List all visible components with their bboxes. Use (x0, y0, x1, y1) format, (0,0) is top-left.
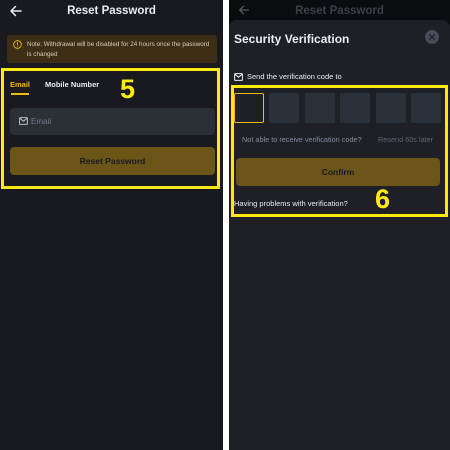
resend-countdown[interactable]: Resend 60s later (378, 135, 433, 144)
confirm-button[interactable]: Confirm (236, 158, 440, 186)
notice-text: Note: Withdrawal will be disabled for 24… (27, 41, 210, 58)
sheet-title: Security Verification (234, 32, 350, 46)
step-number-6: 6 (375, 184, 391, 214)
background-page-title: Reset Password (295, 5, 384, 17)
step-number-5: 5 (120, 74, 136, 104)
code-digit-box[interactable] (269, 93, 299, 123)
reset-password-screen: Reset Password Note: Withdrawal will be … (0, 0, 223, 450)
code-digit-box[interactable] (340, 93, 370, 123)
code-digit-box[interactable] (411, 93, 441, 123)
code-not-received-text: Not able to receive verification code? (242, 135, 362, 144)
reset-password-button[interactable]: Reset Password (10, 147, 215, 175)
code-digit-box[interactable] (376, 93, 406, 123)
security-verification-screen: Reset Password Security Verification Sen… (229, 0, 450, 450)
active-tab-indicator (11, 93, 29, 95)
withdrawal-notice: Note: Withdrawal will be disabled for 24… (7, 35, 217, 63)
code-digit-box[interactable] (305, 93, 335, 123)
tab-mobile-number[interactable]: Mobile Number (45, 80, 99, 89)
mail-icon (234, 73, 243, 81)
mail-icon (19, 117, 28, 125)
email-input[interactable] (31, 108, 209, 135)
verification-problems-link[interactable]: Having problems with verification? (234, 199, 348, 208)
close-icon (429, 34, 435, 40)
verification-code-input[interactable] (234, 93, 442, 123)
send-code-label: Send the verification code to (247, 72, 342, 81)
code-digit-box[interactable] (234, 93, 264, 123)
page-title: Reset Password (67, 5, 156, 17)
email-field[interactable] (10, 108, 215, 135)
close-button[interactable] (425, 30, 439, 44)
tab-email[interactable]: Email (10, 80, 30, 89)
warning-circle-icon (13, 40, 22, 49)
